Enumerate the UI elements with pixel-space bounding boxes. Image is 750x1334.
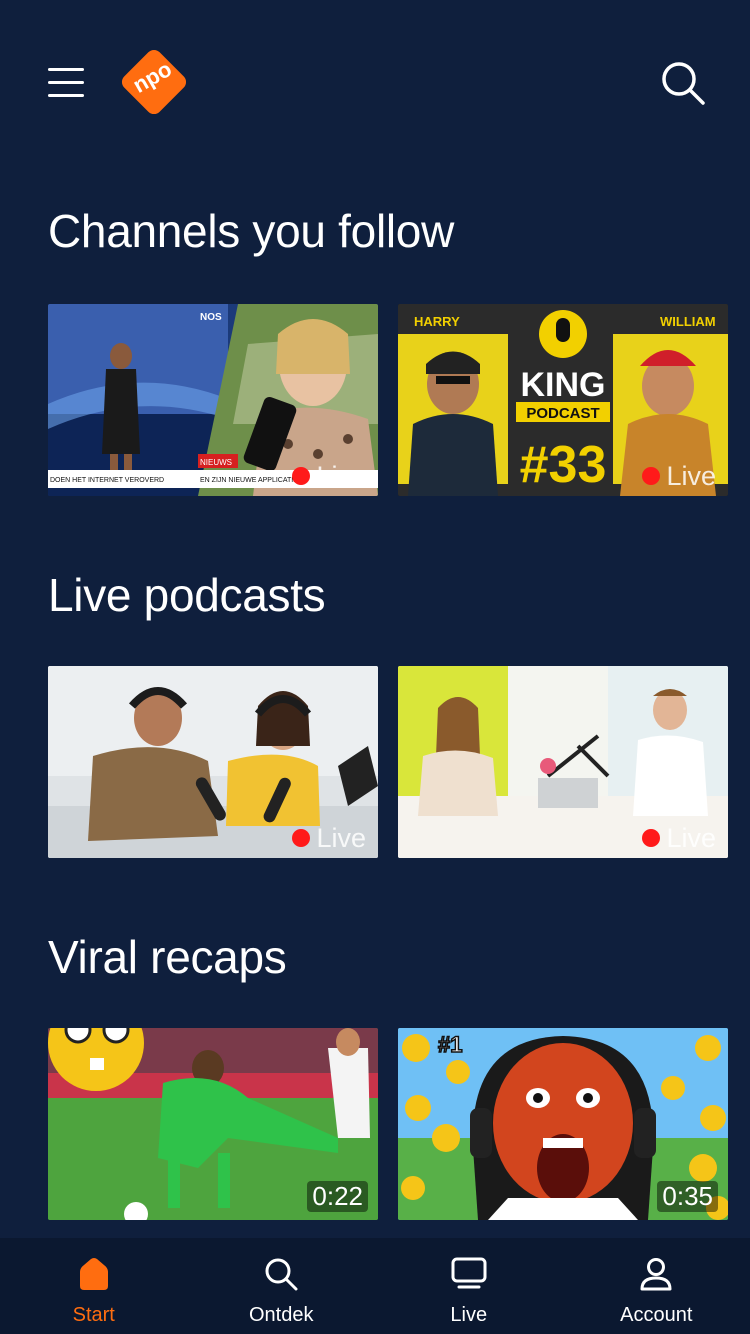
svg-text:DOEN HET INTERNET VEROVERD: DOEN HET INTERNET VEROVERD	[50, 477, 164, 484]
search-icon[interactable]	[660, 60, 706, 106]
video-card[interactable]: KING PODCAST #33 HARRY WILLIAM Live	[398, 304, 728, 496]
duration-label: 0:35	[657, 1181, 718, 1212]
header: npo	[0, 0, 750, 160]
live-label: Live	[316, 822, 366, 853]
svg-text:NOS: NOS	[200, 312, 222, 323]
live-label: Live	[316, 460, 366, 491]
app-screen: npo Channels you follow NIEUWS DOEN HET …	[0, 0, 750, 1334]
tab-label: Account	[620, 1304, 693, 1326]
search-icon	[265, 1258, 298, 1291]
live-dot-icon	[642, 829, 661, 847]
live-badge: Live	[642, 460, 716, 491]
bottom-tab-bar: Start Ontdek Live Account	[0, 1238, 750, 1334]
tab-live[interactable]: Live	[375, 1238, 563, 1334]
tab-label: Ontdek	[249, 1304, 314, 1326]
duration-label: 0:22	[307, 1181, 368, 1212]
live-label: Live	[666, 822, 716, 853]
svg-text:WILLIAM: WILLIAM	[660, 314, 716, 329]
video-card[interactable]: Live	[398, 666, 728, 858]
tab-ontdek[interactable]: Ontdek	[188, 1238, 376, 1334]
tab-start[interactable]: Start	[0, 1238, 188, 1334]
npo-logo[interactable]: npo	[116, 44, 192, 120]
live-dot-icon	[642, 467, 661, 485]
home-icon	[79, 1258, 108, 1290]
svg-text:KING: KING	[521, 366, 606, 404]
live-badge: Live	[292, 460, 366, 491]
video-card[interactable]: #1 0:35	[398, 1028, 728, 1220]
section-title: Live podcasts	[48, 569, 326, 621]
tv-icon	[451, 1257, 487, 1289]
live-label: Live	[666, 460, 716, 491]
section-title: Viral recaps	[48, 931, 287, 983]
live-badge: Live	[642, 822, 716, 853]
live-dot-icon	[292, 829, 311, 847]
live-badge: Live	[292, 822, 366, 853]
svg-text:#1: #1	[438, 1032, 462, 1057]
svg-text:#33: #33	[520, 436, 607, 494]
tab-account[interactable]: Account	[563, 1238, 750, 1334]
tab-label: Live	[450, 1304, 488, 1326]
video-card[interactable]: 0:22	[48, 1028, 378, 1220]
hamburger-menu-icon[interactable]	[48, 66, 84, 98]
svg-text:NIEUWS: NIEUWS	[200, 458, 232, 467]
section-title: Channels you follow	[48, 205, 454, 257]
svg-text:EN ZIJN NIEUWE APPLICATIE: EN ZIJN NIEUWE APPLICATIE	[200, 477, 298, 484]
video-card[interactable]: NIEUWS DOEN HET INTERNET VEROVERD EN ZIJ…	[48, 304, 378, 496]
svg-text:HARRY: HARRY	[414, 314, 460, 329]
live-dot-icon	[292, 467, 311, 485]
svg-text:PODCAST: PODCAST	[526, 405, 599, 422]
account-icon	[640, 1258, 672, 1291]
tab-label: Start	[72, 1304, 115, 1326]
video-card[interactable]: Live	[48, 666, 378, 858]
